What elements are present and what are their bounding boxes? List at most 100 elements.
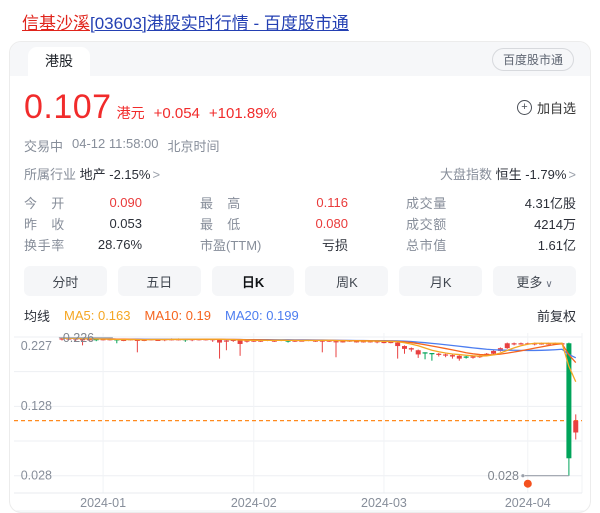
stats-grid: 今开 0.090 昨收 0.053 换手率 28.76% 最高0.116最低 0.080 市盈(… [24,192,576,255]
title-stock-code: [03603] [90,14,147,33]
stat-row: 成交额 4214万 [406,213,576,234]
stat-value: 亏损 [322,235,348,254]
card-body: 0.107 港元 +0.054 +101.89% + 加自选 交易中 04-12… [10,76,590,513]
candle-body [381,342,386,343]
brand-badge: 百度股市通 [492,48,574,71]
candle-body [464,357,469,358]
stat-value: 28.76% [98,237,142,252]
stat-label: 换手率 [24,235,64,254]
y-axis-tick: 0.227 [21,339,52,353]
industry-label: 所属行业 [24,167,76,182]
x-axis-tick: 2024-02 [231,496,277,510]
market-index-label: 大盘指数 [440,167,492,182]
stat-row: 最高0.116 [200,192,348,213]
chevron-right-icon: > [568,167,576,182]
candle-body [402,346,407,349]
chart-tabs: 分时五日日K 周K 月K 更多∨ [24,266,576,296]
candle-body [443,354,448,355]
stat-label: 成交额 [406,214,446,233]
stat-row: 市盈(TTM) 亏损 [200,234,348,255]
stat-row: 今开 0.090 [24,192,142,213]
candle-body [224,340,229,341]
stat-label: 总市值 [406,235,446,254]
timezone-label: 北京时间 [168,136,220,155]
title-suffix: 港股实时行情 - 百度股市通 [147,14,349,33]
stat-row: 换手率 28.76% [24,234,142,255]
event-marker-dot [524,480,532,488]
stats-column: 最高0.116最低 0.080 市盈(TTM) 亏损 [200,192,348,255]
tab-hk-market[interactable]: 港股 [28,47,90,76]
tab-5day[interactable]: 五日 [118,266,201,296]
stat-label: 市盈(TTM) [200,235,261,254]
stat-row: 最低 0.080 [200,213,348,234]
stat-label: 今开 [24,193,64,212]
stat-label: 最低 [200,214,240,233]
stat-label: 昨收 [24,214,64,233]
market-index-group: 大盘指数 恒生 -1.79%> [440,164,576,183]
price-change: +0.054 [154,105,200,122]
candle-body [573,421,578,433]
price-row: 0.107 港元 +0.054 +101.89% + 加自选 [24,88,576,127]
stat-row: 总市值 1.61亿 [406,234,576,255]
low-marker-label: 0.028 [488,469,519,483]
tab-monthly-k[interactable]: 月K [399,266,482,296]
card-header: 港股 百度股市通 [10,42,590,76]
stats-column: 成交量 4.31亿股成交额 4214万总市值 1.61亿 [406,192,576,255]
ma5-value: MA5: 0.163 [64,308,131,323]
stat-value: 0.090 [109,195,142,210]
y-axis-tick: 0.028 [21,469,52,483]
candle-body [429,353,434,354]
industry-group: 所属行业 地产 -2.15%> [24,164,160,183]
ma10-value: MA10: 0.19 [145,308,212,323]
candle-body [457,356,462,359]
candle-body [491,351,496,354]
candle-body [471,357,476,358]
trading-status-row: 交易中 04-12 11:58:00 北京时间 [24,136,576,155]
ma20-value: MA20: 0.199 [225,308,299,323]
tab-weekly-k[interactable]: 周K [305,266,388,296]
stat-row: 昨收 0.053 [24,213,142,234]
y-axis-tick: 0.128 [21,399,52,413]
stat-row: 成交量 4.31亿股 [406,192,576,213]
candle-body [423,352,428,353]
trading-status: 交易中 [24,136,63,155]
market-index-link[interactable]: 恒生 -1.79%> [496,167,576,182]
candle-body [409,348,414,349]
title-stock-link[interactable]: 信基沙溪 [22,14,90,33]
stats-column: 今开 0.090 昨收 0.053 换手率 28.76% [24,192,142,255]
ma5-line [62,338,576,381]
stat-value: 4.31亿股 [525,193,576,212]
meta-row: 所属行业 地产 -2.15%> 大盘指数 恒生 -1.79%> [24,164,576,183]
x-axis-tick: 2024-04 [505,496,551,510]
title-link[interactable]: [03603]港股实时行情 - 百度股市通 [90,14,349,33]
currency-label: 港元 [117,103,145,123]
candle-body [518,343,523,344]
add-circle-icon: + [517,100,532,115]
candle-body [436,354,441,355]
stat-value: 0.053 [109,216,142,231]
tab-minute[interactable]: 分时 [24,266,107,296]
stat-value: 1.61亿 [538,235,576,254]
stat-label: 最高 [200,193,240,212]
stat-label: 成交量 [406,193,446,212]
current-price: 0.107 [24,88,112,127]
stat-value: 4214万 [534,214,576,233]
low-marker-dot [521,474,524,477]
quote-time: 04-12 11:58:00 [72,136,159,155]
candle-body [238,340,243,343]
add-watchlist-label: 加自选 [537,98,576,117]
caret-down-icon: ∨ [545,279,552,290]
ma-bar: 均线 MA5: 0.163 MA10: 0.19 MA20: 0.199 前复权 [24,306,576,325]
candle-body [450,355,455,356]
ma-label: 均线 [24,306,50,325]
candle-body [512,343,517,344]
adjust-mode-button[interactable]: 前复权 [537,306,576,325]
chevron-right-icon: > [152,167,160,182]
tab-daily-k[interactable]: 日K [212,266,295,296]
tab-more[interactable]: 更多∨ [493,266,576,296]
kline-chart[interactable]: 2024-012024-022024-032024-040.2270.1280.… [10,327,588,513]
add-watchlist-button[interactable]: + 加自选 [517,98,576,117]
quote-card: 港股 百度股市通 0.107 港元 +0.054 +101.89% + 加自选 … [9,41,591,513]
industry-link[interactable]: 地产 -2.15%> [80,167,160,182]
stat-value: 0.080 [315,216,348,231]
